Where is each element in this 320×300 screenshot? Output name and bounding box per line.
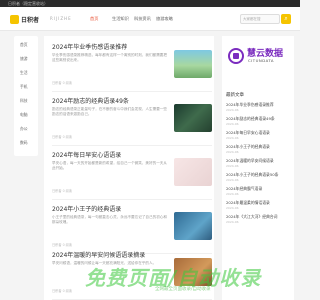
latest-article-date: 2024-06 bbox=[226, 192, 239, 196]
article-item[interactable]: 2024年每日早安心语语录 早安心语，每一天的开始都是新的希望，给自己一个微笑，… bbox=[52, 150, 212, 200]
latest-article-date: 2024-06 bbox=[226, 164, 239, 168]
sidebar-item-home[interactable]: 首页 bbox=[20, 42, 28, 48]
category-sidebar: 首页 旅游 生活 手机 科技 电脑 办公 数码 bbox=[14, 36, 38, 156]
logo-subtitle: RIJIZHE bbox=[50, 16, 72, 21]
brand-banner[interactable]: 慧云数据 CITUNDATA bbox=[228, 42, 288, 82]
article-title[interactable]: 2024年每日早安心语语录 bbox=[52, 150, 121, 159]
latest-article-date: 2024-06 bbox=[226, 136, 239, 140]
top-bar-text: 日积者（稳定营收站） bbox=[8, 1, 48, 6]
nav-travel[interactable]: 旅游攻略 bbox=[156, 16, 178, 22]
article-title[interactable]: 2024年励志的经典语录49条 bbox=[52, 96, 129, 105]
sidebar-item-digital[interactable]: 数码 bbox=[20, 140, 28, 146]
article-item[interactable]: 2024年小王子的经典语录 小王子里的经典语录，每一句都直击心灵，永远不要忘记了… bbox=[52, 204, 212, 254]
brand-logo-icon bbox=[228, 48, 244, 64]
search-icon: ⌕ bbox=[284, 15, 288, 22]
watermark-subtext: 全网最全页面收录/自动收录 bbox=[155, 287, 211, 292]
latest-article-date: 2024-06 bbox=[226, 108, 239, 112]
latest-article-date: 2024-06 bbox=[226, 122, 239, 126]
search-input[interactable]: 大家都在搜 bbox=[240, 14, 280, 24]
article-item[interactable]: 2024年毕业季伤感语录推荐 毕业季伤感语录推荐精选，每年都有这样一个离别的时刻… bbox=[52, 42, 212, 92]
latest-article-date: 2024-06 bbox=[226, 178, 239, 182]
article-title[interactable]: 2024年小王子的经典语录 bbox=[52, 204, 121, 213]
article-item[interactable]: 2024年励志的经典语录49条 励志的经典语录正能量句子，在不断的奋斗中我们会发… bbox=[52, 96, 212, 146]
right-sidebar: 慧云数据 CITUNDATA 最新文章 2024年毕业季伤感语录推荐 2024-… bbox=[222, 36, 294, 300]
article-meta: 日积者 0 阅读 bbox=[52, 135, 72, 139]
nav-tech[interactable]: 科技资讯 bbox=[134, 16, 156, 22]
nav-life[interactable]: 生活知识 bbox=[112, 16, 134, 22]
logo-text: 日积者 bbox=[21, 16, 40, 24]
article-desc: 励志的经典语录正能量句子，在不断的奋斗中我们会发现，人生需要一些励志的话语来激励… bbox=[52, 107, 167, 116]
article-thumbnail[interactable] bbox=[174, 104, 212, 132]
logo-icon bbox=[10, 14, 19, 24]
main-nav: 首页 生活知识 科技资讯 旅游攻略 bbox=[90, 16, 178, 22]
article-meta: 日积者 0 阅读 bbox=[52, 243, 72, 247]
site-logo[interactable]: 日积者 bbox=[10, 13, 39, 25]
article-thumbnail[interactable] bbox=[174, 158, 212, 186]
brand-english: CITUNDATA bbox=[248, 58, 274, 63]
latest-article-date: 2024-06 bbox=[226, 206, 239, 210]
article-title[interactable]: 2024年温暖的早安问候语语录摘录 bbox=[52, 250, 145, 259]
article-desc: 毕业季伤感语录推荐精选，每年都有这样一个离别的时刻，我们都需要把这些离别说出来。 bbox=[52, 53, 167, 62]
article-meta: 日积者 0 阅读 bbox=[52, 81, 72, 85]
search-button[interactable]: ⌕ bbox=[281, 14, 291, 24]
article-meta: 日积者 0 阅读 bbox=[52, 289, 72, 293]
latest-article-date: 2024-06 bbox=[226, 150, 239, 154]
site-header: 日积者 RIJIZHE 首页 生活知识 科技资讯 旅游攻略 大家都在搜 ⌕ bbox=[0, 7, 300, 31]
latest-article-date: 2024-06 bbox=[226, 220, 239, 224]
sidebar-item-travel[interactable]: 旅游 bbox=[20, 56, 28, 62]
sidebar-item-pc[interactable]: 电脑 bbox=[20, 112, 28, 118]
article-thumbnail[interactable] bbox=[174, 212, 212, 240]
sidebar-item-office[interactable]: 办公 bbox=[20, 126, 28, 132]
article-desc: 小王子里的经典语录，每一句都直击心灵，永远不要忘记了自己的初心和那朵玫瑰。 bbox=[52, 215, 167, 224]
latest-articles-title: 最新文章 bbox=[226, 93, 244, 98]
article-thumbnail[interactable] bbox=[174, 50, 212, 78]
sidebar-item-phone[interactable]: 手机 bbox=[20, 84, 28, 90]
article-meta: 日积者 0 阅读 bbox=[52, 189, 72, 193]
nav-home[interactable]: 首页 bbox=[90, 16, 112, 22]
article-list: 2024年毕业季伤感语录推荐 毕业季伤感语录推荐精选，每年都有这样一个离别的时刻… bbox=[44, 36, 214, 300]
top-bar: 日积者（稳定营收站） bbox=[0, 0, 300, 7]
article-desc: 早安心语，每一天的开始都是新的希望，给自己一个微笑，美好的一天从此开始。 bbox=[52, 161, 167, 170]
article-title[interactable]: 2024年毕业季伤感语录推荐 bbox=[52, 42, 127, 51]
sidebar-item-tech[interactable]: 科技 bbox=[20, 98, 28, 104]
sidebar-item-life[interactable]: 生活 bbox=[20, 70, 28, 76]
